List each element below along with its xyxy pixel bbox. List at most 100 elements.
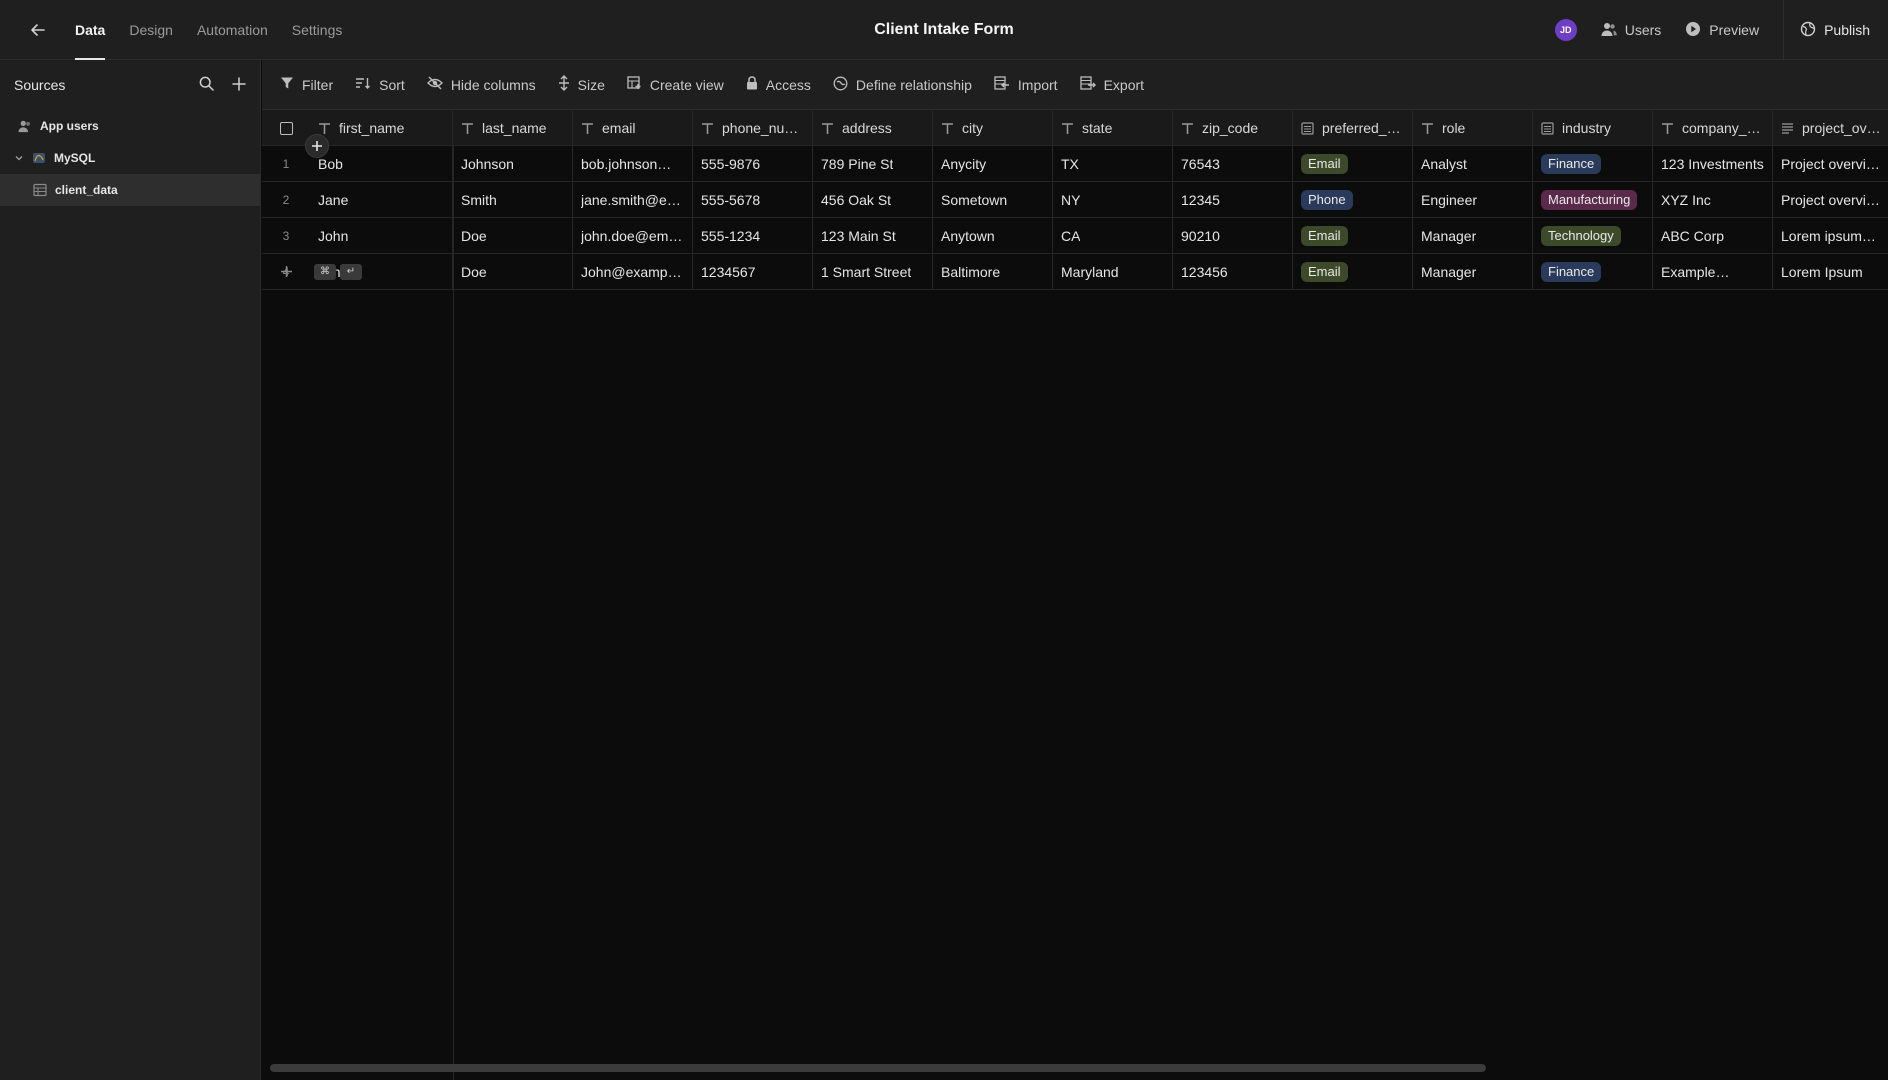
column-header[interactable]: phone_nu… xyxy=(693,110,813,146)
table-cell-role[interactable]: Analyst xyxy=(1413,146,1533,182)
column-header[interactable]: state xyxy=(1053,110,1173,146)
chevron-down-icon[interactable] xyxy=(14,153,24,163)
table-cell-last-name[interactable]: Smith xyxy=(453,182,573,218)
table-cell-preferred[interactable]: Email xyxy=(1293,218,1413,254)
table-cell-preferred[interactable]: Email xyxy=(1293,146,1413,182)
column-header[interactable]: role xyxy=(1413,110,1533,146)
table-cell-address[interactable]: 456 Oak St xyxy=(813,182,933,218)
table-cell-project[interactable]: Project overvie… xyxy=(1773,146,1888,182)
table-cell-first-name[interactable]: Bob xyxy=(310,146,453,182)
sort-button[interactable]: Sort xyxy=(355,76,405,93)
sidebar-item-mysql[interactable]: MySQL xyxy=(0,142,260,174)
column-header[interactable]: first_name xyxy=(310,110,453,146)
size-button[interactable]: Size xyxy=(558,75,605,94)
create-view-label: Create view xyxy=(649,76,724,93)
publish-button[interactable]: Publish xyxy=(1800,21,1870,40)
filter-button[interactable]: Filter xyxy=(280,76,333,93)
column-header[interactable]: email xyxy=(573,110,693,146)
top-bar: Data Design Automation Settings Client I… xyxy=(0,0,1888,60)
table-cell-company[interactable]: XYZ Inc xyxy=(1653,182,1773,218)
cell-value: Johnson xyxy=(461,156,514,172)
table-cell-phone[interactable]: 555-1234 xyxy=(693,218,813,254)
column-header[interactable]: zip_code xyxy=(1173,110,1293,146)
select-all-checkbox[interactable] xyxy=(279,121,293,135)
table-cell-city[interactable]: Anycity xyxy=(933,146,1053,182)
column-header[interactable]: address xyxy=(813,110,933,146)
access-button[interactable]: Access xyxy=(746,76,811,93)
define-relationship-button[interactable]: Define relationship xyxy=(833,76,972,94)
column-header[interactable]: company_… xyxy=(1653,110,1773,146)
table-row[interactable]: 3 John Doe john.doe@email.c 555-1234 123 Main… xyxy=(262,218,1888,254)
table-cell-last-name[interactable]: Johnson xyxy=(453,146,573,182)
table-cell-address[interactable]: 789 Pine St xyxy=(813,146,933,182)
add-column-button[interactable] xyxy=(305,134,329,158)
users-button[interactable]: Users xyxy=(1601,21,1661,40)
preview-button[interactable]: Preview xyxy=(1685,21,1759,40)
sidebar-item-app-users[interactable]: App users xyxy=(0,110,260,142)
tab-settings[interactable]: Settings xyxy=(292,0,343,60)
table-cell-state[interactable]: NY xyxy=(1053,182,1173,218)
hide-columns-label: Hide columns xyxy=(450,76,536,93)
row-index: 1 xyxy=(282,157,290,171)
column-header[interactable]: city xyxy=(933,110,1053,146)
horizontal-scrollbar[interactable] xyxy=(270,1064,1486,1072)
back-arrow-icon[interactable] xyxy=(24,16,52,44)
cmd-key-badge: ⌘ xyxy=(314,263,336,280)
table-cell-preferred[interactable]: Phone xyxy=(1293,182,1413,218)
tab-design[interactable]: Design xyxy=(129,0,173,60)
table-cell-email[interactable]: john.doe@email.c xyxy=(573,218,693,254)
search-icon[interactable] xyxy=(199,76,214,94)
access-label: Access xyxy=(765,76,811,93)
table-cell-address[interactable]: 123 Main St xyxy=(813,218,933,254)
avatar[interactable]: JD xyxy=(1554,19,1577,41)
column-header-label: address xyxy=(842,120,892,136)
table-cell-email[interactable]: bob.johnson@em xyxy=(573,146,693,182)
column-header[interactable]: preferred_… xyxy=(1293,110,1413,146)
column-header-label: company_… xyxy=(1682,120,1761,136)
table-cell-company[interactable]: 123 Investments xyxy=(1653,146,1773,182)
table-cell-industry[interactable]: Technology xyxy=(1533,218,1653,254)
table-cell-email[interactable]: jane.smith@emai xyxy=(573,182,693,218)
add-row-bar[interactable]: ⌘ ↵ xyxy=(262,254,1888,290)
table-cell-last-name[interactable]: Doe xyxy=(453,218,573,254)
users-icon xyxy=(18,119,32,133)
table-cell-zip-code[interactable]: 76543 xyxy=(1173,146,1293,182)
add-row-icon[interactable] xyxy=(262,254,310,290)
table-row[interactable]: 1 Bob Johnson bob.johnson@em 555-9876 789 Pin… xyxy=(262,146,1888,182)
main-tabs: Data Design Automation Settings xyxy=(75,0,342,60)
add-source-icon[interactable] xyxy=(232,76,246,94)
table-cell-zip-code[interactable]: 12345 xyxy=(1173,182,1293,218)
table-cell-city[interactable]: Anytown xyxy=(933,218,1053,254)
table-cell-role[interactable]: Manager xyxy=(1413,218,1533,254)
hide-columns-button[interactable]: Hide columns xyxy=(426,76,536,93)
table-row[interactable]: 2 Jane Smith jane.smith@emai 555-5678 456 Oak… xyxy=(262,182,1888,218)
export-button[interactable]: Export xyxy=(1079,76,1144,93)
table-cell-zip-code[interactable]: 90210 xyxy=(1173,218,1293,254)
table-cell-project[interactable]: Lorem ipsum… xyxy=(1773,218,1888,254)
table-cell-project[interactable]: Project overvie… xyxy=(1773,182,1888,218)
row-index: 3 xyxy=(282,229,290,243)
table-cell-phone[interactable]: 555-9876 xyxy=(693,146,813,182)
column-header[interactable]: last_name xyxy=(453,110,573,146)
table-cell-state[interactable]: CA xyxy=(1053,218,1173,254)
table-cell-first-name[interactable]: John xyxy=(310,218,453,254)
table-cell-first-name[interactable]: Jane xyxy=(310,182,453,218)
table-cell-company[interactable]: ABC Corp xyxy=(1653,218,1773,254)
import-button[interactable]: Import xyxy=(994,76,1058,93)
sidebar-item-client-data[interactable]: client_data xyxy=(0,174,260,206)
cell-value: Doe xyxy=(461,228,487,244)
table-cell-role[interactable]: Engineer xyxy=(1413,182,1533,218)
table-cell-state[interactable]: TX xyxy=(1053,146,1173,182)
column-header[interactable]: project_ov… xyxy=(1773,110,1888,146)
tab-automation[interactable]: Automation xyxy=(197,0,268,60)
create-view-button[interactable]: Create view xyxy=(627,76,724,93)
tab-data[interactable]: Data xyxy=(75,0,106,60)
table-cell-phone[interactable]: 555-5678 xyxy=(693,182,813,218)
table-cell-city[interactable]: Sometown xyxy=(933,182,1053,218)
sidebar-header: Sources xyxy=(0,60,260,110)
table-cell-industry[interactable]: Finance xyxy=(1533,146,1653,182)
sidebar-item-label: MySQL xyxy=(54,151,96,165)
table-cell-industry[interactable]: Manufacturing xyxy=(1533,182,1653,218)
select-all-cell xyxy=(262,110,310,146)
column-header[interactable]: industry xyxy=(1533,110,1653,146)
